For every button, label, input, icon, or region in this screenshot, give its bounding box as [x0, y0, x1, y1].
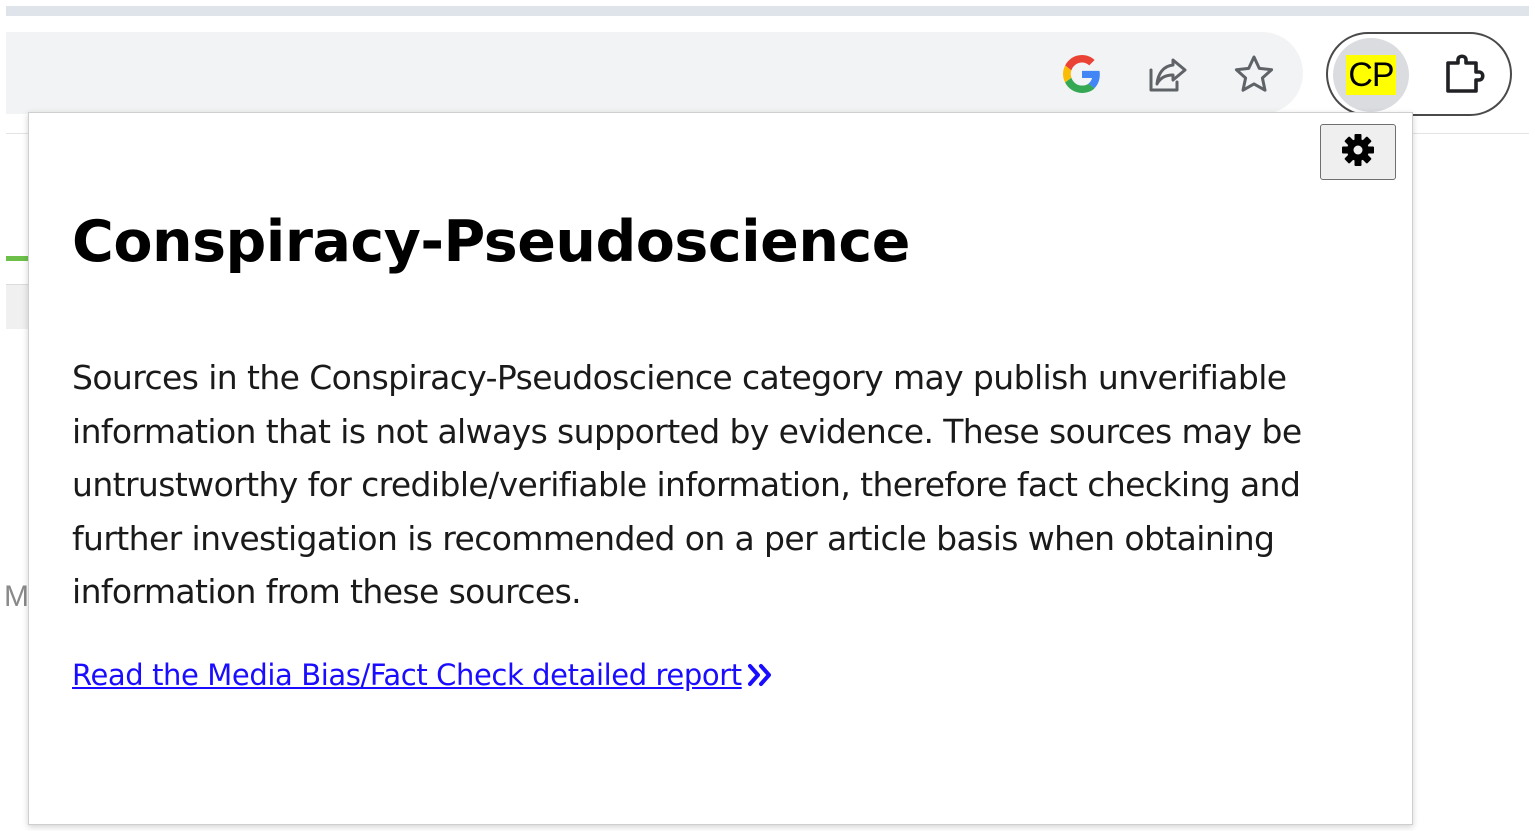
tab-strip: [6, 6, 1529, 16]
page-accent-line: [6, 256, 30, 261]
page-fragment: [6, 284, 30, 329]
share-icon[interactable]: [1144, 50, 1192, 98]
gear-icon: [1340, 132, 1376, 173]
extension-popup: Conspiracy-Pseudoscience Sources in the …: [28, 112, 1413, 825]
address-bar[interactable]: [6, 32, 1303, 114]
popup-title: Conspiracy-Pseudoscience: [72, 209, 910, 275]
page-fragment-text: M: [4, 580, 29, 613]
puzzle-icon[interactable]: [1440, 50, 1496, 100]
cp-extension-button[interactable]: CP: [1333, 38, 1409, 112]
browser-window: CP M Conspiracy-Pseudoscience Sources in…: [0, 0, 1535, 831]
category-description: Sources in the Conspiracy-Pseudoscience …: [72, 358, 1302, 611]
double-chevron-right-icon: [746, 662, 774, 688]
detailed-report-link-text: Read the Media Bias/Fact Check detailed …: [72, 658, 742, 692]
detailed-report-link[interactable]: Read the Media Bias/Fact Check detailed …: [72, 658, 774, 692]
settings-button[interactable]: [1320, 124, 1396, 180]
google-icon[interactable]: [1058, 50, 1106, 98]
cp-badge: CP: [1346, 55, 1396, 95]
star-icon[interactable]: [1230, 50, 1278, 98]
